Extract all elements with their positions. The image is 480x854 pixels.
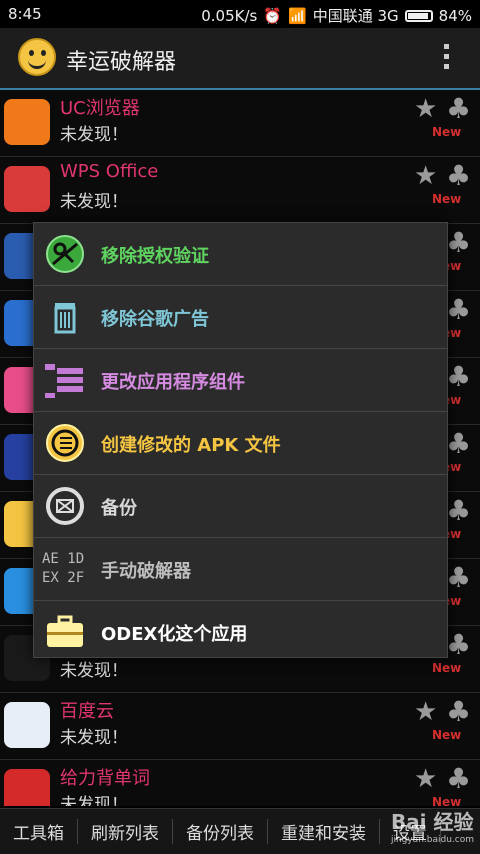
star-icon: ★ bbox=[414, 94, 438, 124]
menu-item[interactable]: AE 1D EX 2F 手动破解器 bbox=[34, 538, 447, 601]
app-name: WPS Office bbox=[60, 161, 159, 182]
watermark-text: Bai 经验 bbox=[390, 810, 474, 834]
menu-item-label: 更改应用程序组件 bbox=[101, 372, 245, 393]
trash-icon bbox=[42, 296, 88, 338]
app-icon bbox=[4, 99, 50, 145]
bottom-tab[interactable]: 备份列表 bbox=[173, 819, 268, 844]
app-icon bbox=[4, 702, 50, 748]
clover-icon: ♣ bbox=[446, 494, 472, 527]
list-item[interactable]: UC浏览器未发现！ ★ ♣ New bbox=[0, 90, 480, 157]
toolbox-icon bbox=[42, 611, 88, 653]
remove-license-icon bbox=[42, 233, 88, 275]
app-icon bbox=[4, 166, 50, 212]
battery-icon bbox=[404, 9, 433, 22]
status-bar: 8:45 0.05K/s ⏰ 📶 中国联通 3G 84% bbox=[0, 0, 480, 28]
new-badge: New bbox=[432, 795, 462, 806]
bottom-tab[interactable]: 刷新列表 bbox=[78, 819, 173, 844]
menu-item[interactable]: 移除授权验证 bbox=[34, 223, 447, 286]
clover-icon: ♣ bbox=[446, 92, 472, 125]
list-item[interactable]: 给力背单词未发现！ ★ ♣ New bbox=[0, 760, 480, 806]
star-icon: ★ bbox=[414, 161, 438, 191]
watermark: Bai 经验 jingyan.baidu.com bbox=[391, 806, 474, 845]
star-icon: ★ bbox=[414, 764, 438, 794]
clover-icon: ♣ bbox=[446, 561, 472, 594]
app-name: 给力背单词 bbox=[60, 768, 150, 789]
clover-icon: ♣ bbox=[446, 762, 472, 795]
hex-icon: AE 1D EX 2F bbox=[42, 551, 85, 586]
app-title: 幸运破解器 bbox=[66, 50, 177, 75]
watermark-sub: jingyan.baidu.com bbox=[390, 835, 474, 845]
list-item[interactable]: 百度云未发现！ ★ ♣ New bbox=[0, 693, 480, 760]
app-name: 百度云 bbox=[60, 701, 114, 722]
menu-item-label: 备份 bbox=[101, 498, 137, 519]
build-apk-icon bbox=[42, 422, 88, 464]
clover-icon: ♣ bbox=[446, 226, 472, 259]
app-bar: 幸运破解器 bbox=[0, 28, 480, 90]
smiley-icon bbox=[18, 38, 56, 76]
status-time: 8:45 bbox=[8, 5, 42, 23]
new-badge: New bbox=[432, 661, 462, 675]
clover-icon: ♣ bbox=[446, 628, 472, 661]
app-status: 未发现！ bbox=[60, 728, 128, 748]
components-icon bbox=[42, 359, 88, 401]
menu-item[interactable]: ODEX化这个应用 bbox=[34, 601, 447, 663]
clover-icon: ♣ bbox=[446, 293, 472, 326]
menu-item[interactable]: 创建修改的 APK 文件 bbox=[34, 412, 447, 475]
backup-icon bbox=[42, 485, 88, 527]
net-speed: 0.05K/s bbox=[201, 6, 258, 25]
menu-item[interactable]: 备份 bbox=[34, 475, 447, 538]
new-badge: New bbox=[432, 125, 462, 139]
menu-item[interactable]: 更改应用程序组件 bbox=[34, 349, 447, 412]
app-status: 未发现！ bbox=[60, 192, 128, 212]
alarm-icon: ⏰ bbox=[263, 6, 283, 25]
clover-icon: ♣ bbox=[446, 159, 472, 192]
clover-icon: ♣ bbox=[446, 360, 472, 393]
bottom-tab[interactable]: 工具箱 bbox=[0, 819, 78, 844]
star-icon: ★ bbox=[414, 697, 438, 727]
overflow-menu-icon[interactable] bbox=[444, 44, 450, 72]
carrier: 中国联通 3G bbox=[312, 7, 399, 25]
menu-item-label: 创建修改的 APK 文件 bbox=[101, 435, 281, 456]
app-status: 未发现！ bbox=[60, 795, 128, 806]
battery-level: 84% bbox=[438, 6, 472, 25]
clover-icon: ♣ bbox=[446, 695, 472, 728]
new-badge: New bbox=[432, 192, 462, 206]
menu-item[interactable]: 移除谷歌广告 bbox=[34, 286, 447, 349]
clover-icon: ♣ bbox=[446, 427, 472, 460]
app-status: 未发现！ bbox=[60, 125, 128, 145]
list-item[interactable]: WPS Office 未发现！ ★ ♣ New bbox=[0, 157, 480, 224]
app-icon bbox=[4, 769, 50, 806]
app-name: UC浏览器 bbox=[60, 98, 140, 119]
wifi-icon: 📶 bbox=[288, 6, 307, 25]
menu-item-label: 移除授权验证 bbox=[101, 246, 209, 267]
bottom-tab[interactable]: 重建和安装 bbox=[268, 819, 380, 844]
menu-item-label: ODEX化这个应用 bbox=[101, 624, 248, 645]
context-menu: 移除授权验证 移除谷歌广告更改应用程序组件创建修改的 APK 文件 备份 AE 1D E… bbox=[33, 222, 448, 658]
menu-item-label: 手动破解器 bbox=[101, 561, 191, 582]
menu-item-label: 移除谷歌广告 bbox=[101, 309, 209, 330]
new-badge: New bbox=[432, 728, 462, 742]
